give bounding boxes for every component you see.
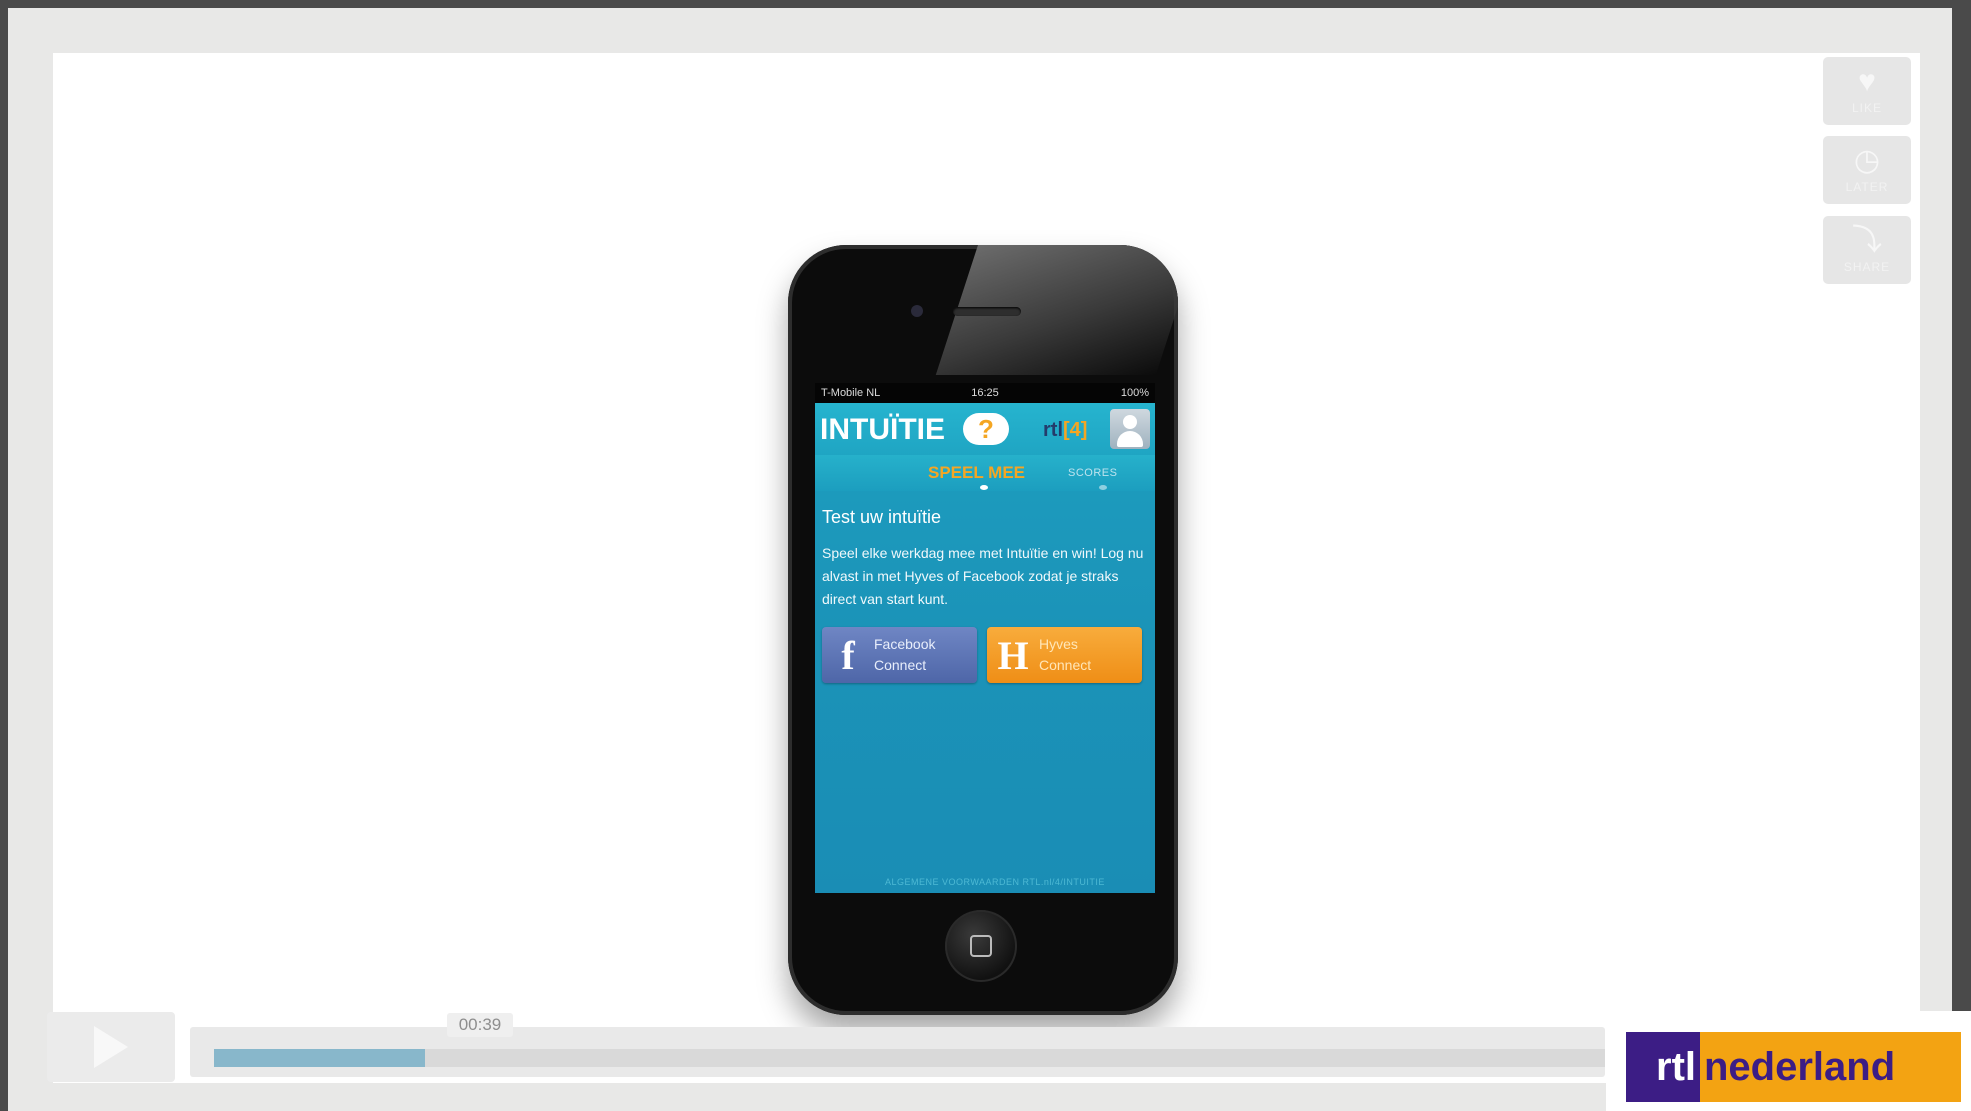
camera-icon bbox=[911, 305, 923, 317]
rtl4-text: rtl bbox=[1043, 419, 1063, 441]
brand-logo: rtl nederland bbox=[1606, 1011, 1971, 1111]
rtl4-logo: rtl[4] bbox=[1043, 419, 1087, 442]
later-label: LATER bbox=[1845, 180, 1889, 194]
later-button[interactable]: ◷ LATER bbox=[1823, 136, 1911, 204]
share-label: SHARE bbox=[1843, 260, 1891, 274]
app-heading: Test uw intuïtie bbox=[822, 507, 942, 527]
rtl4-number: [4] bbox=[1063, 419, 1088, 441]
clock-icon: ◷ bbox=[1853, 144, 1881, 177]
play-button[interactable] bbox=[47, 1012, 175, 1082]
phone-screen: T-Mobile NL 16:25 100% INTUÏTIE ? rtl[4]… bbox=[815, 383, 1155, 893]
connect-buttons: f Facebook Connect H Hyves Connect bbox=[822, 627, 1148, 683]
speaker-grille bbox=[953, 307, 1021, 316]
brand-logo-rtl: rtl bbox=[1626, 1032, 1700, 1102]
user-avatar-icon bbox=[1110, 409, 1150, 449]
facebook-connect-label: Facebook Connect bbox=[874, 636, 936, 673]
app-header: INTUÏTIE ? rtl[4] bbox=[815, 403, 1155, 455]
home-square-icon bbox=[970, 935, 992, 957]
facebook-icon: f bbox=[841, 632, 855, 678]
like-label: LIKE bbox=[1851, 101, 1882, 115]
phone-image: T-Mobile NL 16:25 100% INTUÏTIE ? rtl[4]… bbox=[788, 245, 1178, 1015]
progress-fill bbox=[214, 1049, 426, 1067]
facebook-connect-button: f Facebook Connect bbox=[822, 627, 977, 683]
heart-icon: ♥ bbox=[1858, 65, 1876, 98]
progress-bar[interactable] bbox=[214, 1049, 1605, 1067]
tab-indicator bbox=[1099, 485, 1107, 490]
share-icon: ⤵ bbox=[1852, 224, 1882, 257]
status-time: 16:25 bbox=[971, 387, 999, 399]
tab-indicator bbox=[980, 485, 988, 490]
like-button[interactable]: ♥ LIKE bbox=[1823, 57, 1911, 125]
current-time: 00:39 bbox=[447, 1013, 513, 1037]
hyves-connect-button: H Hyves Connect bbox=[987, 627, 1142, 683]
share-button[interactable]: ⤵ SHARE bbox=[1823, 216, 1911, 284]
play-icon bbox=[94, 1026, 128, 1068]
home-button bbox=[945, 910, 1017, 982]
hyves-icon: H bbox=[997, 632, 1029, 678]
progress-track[interactable] bbox=[190, 1027, 1605, 1077]
app-paragraph: Speel elke werkdag mee met Intuïtie en w… bbox=[822, 545, 1144, 607]
app-tabs: SPEEL MEE SCORES bbox=[815, 455, 1155, 491]
app-content: Test uw intuïtie Speel elke werkdag mee … bbox=[815, 491, 1155, 683]
app-footer: ALGEMENE VOORWAARDEN RTL.nl/4/INTUITIE bbox=[885, 877, 1105, 887]
tab-speel-mee: SPEEL MEE bbox=[928, 463, 1025, 482]
hyves-connect-label: Hyves Connect bbox=[1039, 636, 1092, 673]
battery-label: 100% bbox=[1120, 387, 1149, 399]
carrier-label: T-Mobile NL bbox=[821, 387, 881, 399]
tab-scores: SCORES bbox=[1068, 467, 1118, 479]
app-logo: INTUÏTIE bbox=[820, 413, 945, 446]
question-bubble-icon: ? bbox=[963, 413, 1009, 445]
status-bar: T-Mobile NL 16:25 100% bbox=[815, 383, 1155, 403]
brand-logo-nederland: nederland bbox=[1700, 1032, 1961, 1102]
